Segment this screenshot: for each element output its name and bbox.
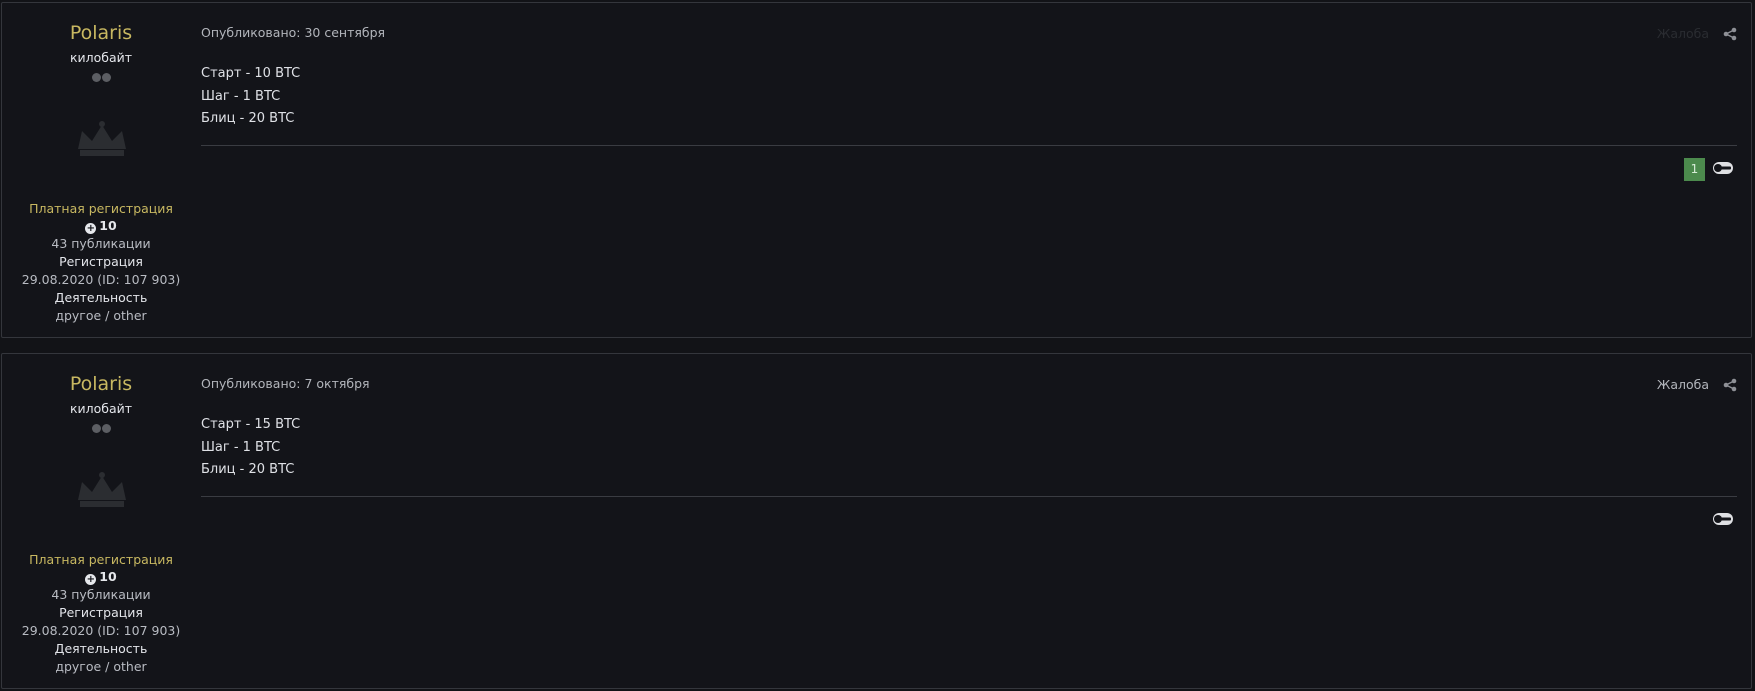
author-panel: Polaris килобайт Платная регистрация +10… <box>2 3 200 337</box>
registration-value: 29.08.2020 (ID: 107 903) <box>21 272 181 287</box>
report-link[interactable]: Жалоба <box>1657 377 1709 392</box>
reaction-icon[interactable] <box>1712 512 1734 526</box>
posts-count: 43 публикации <box>51 587 151 602</box>
reputation-value: 10 <box>99 569 117 584</box>
activity-label: Деятельность <box>54 290 148 305</box>
author-panel: Polaris килобайт Платная регистрация +10… <box>2 354 200 688</box>
plus-circle-icon: + <box>85 574 97 585</box>
registration-label: Регистрация <box>59 605 143 620</box>
post-content: Опубликовано: 7 октября Жалоба Старт - 1… <box>201 354 1751 688</box>
author-name[interactable]: Polaris <box>2 22 200 44</box>
post-line: Блиц - 20 BTC <box>201 462 295 477</box>
post-body: Старт - 10 BTC Шаг - 1 BTC Блиц - 20 BTC <box>201 63 300 131</box>
user-group: Платная регистрация <box>29 201 173 216</box>
author-name[interactable]: Polaris <box>2 373 200 395</box>
divider <box>201 145 1737 146</box>
rank-pips-icon <box>2 71 200 85</box>
post: Polaris килобайт Платная регистрация +10… <box>1 2 1752 338</box>
reputation-badge: +10 <box>2 218 200 234</box>
crown-icon[interactable] <box>72 470 132 510</box>
post: Polaris килобайт Платная регистрация +10… <box>1 353 1752 689</box>
reaction-count[interactable]: 1 <box>1684 158 1705 181</box>
plus-circle-icon: + <box>85 223 97 234</box>
author-rank: килобайт <box>69 401 133 416</box>
reaction-icon[interactable] <box>1712 161 1734 175</box>
share-icon[interactable] <box>1723 27 1737 41</box>
post-line: Шаг - 1 BTC <box>201 88 281 104</box>
post-date[interactable]: Опубликовано: 7 октября <box>201 376 370 391</box>
rank-pips-icon <box>2 422 200 436</box>
activity-label: Деятельность <box>54 641 148 656</box>
post-line: Блиц - 20 BTC <box>201 111 295 126</box>
registration-label: Регистрация <box>59 254 143 269</box>
post-date[interactable]: Опубликовано: 30 сентября <box>201 25 385 40</box>
author-rank: килобайт <box>69 50 133 65</box>
post-line: Старт - 10 BTC <box>201 66 301 81</box>
activity-value: другое / other <box>55 659 147 674</box>
post-body: Старт - 15 BTC Шаг - 1 BTC Блиц - 20 BTC <box>201 414 300 482</box>
share-icon[interactable] <box>1723 378 1737 392</box>
reputation-badge: +10 <box>2 569 200 585</box>
reputation-value: 10 <box>99 218 117 233</box>
post-content: Опубликовано: 30 сентября Жалоба Старт -… <box>201 3 1751 337</box>
registration-value: 29.08.2020 (ID: 107 903) <box>21 623 181 638</box>
report-link[interactable]: Жалоба <box>1657 26 1709 41</box>
divider <box>201 496 1737 497</box>
posts-count: 43 публикации <box>51 236 151 251</box>
crown-icon[interactable] <box>72 119 132 159</box>
user-group: Платная регистрация <box>29 552 173 567</box>
activity-value: другое / other <box>55 308 147 323</box>
post-line: Старт - 15 BTC <box>201 417 301 432</box>
post-line: Шаг - 1 BTC <box>201 439 281 455</box>
